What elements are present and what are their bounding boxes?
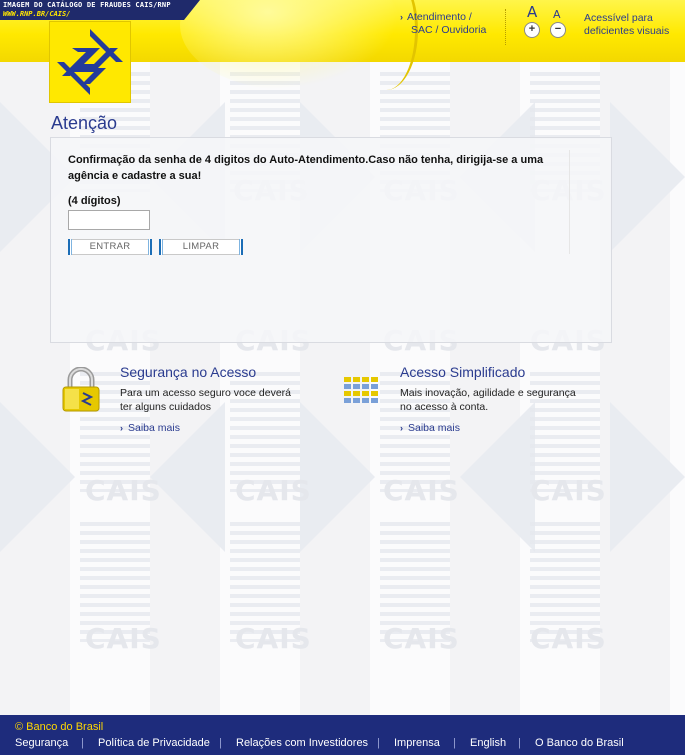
- chevron-right-icon: ›: [400, 12, 403, 22]
- chevron-decoration: [0, 402, 75, 552]
- footer-link-banco[interactable]: O Banco do Brasil: [535, 737, 624, 749]
- footer-copyright: © Banco do Brasil: [15, 721, 104, 733]
- cais-watermark: CAIS: [530, 62, 607, 65]
- footer-separator: |: [518, 737, 521, 749]
- cais-watermark: CAIS: [530, 622, 607, 655]
- atendimento-link[interactable]: › Atendimento / SAC / Ouvidoria: [400, 11, 486, 37]
- footer-links: Segurança | Política de Privacidade | Re…: [0, 737, 685, 753]
- chevron-decoration: [610, 102, 685, 252]
- simplified-section-text: Mais inovação, agilidade e segurança no …: [400, 387, 576, 413]
- padlock-icon: [58, 366, 104, 413]
- footer-link-seguranca[interactable]: Segurança: [15, 737, 68, 749]
- footer-separator: |: [453, 737, 456, 749]
- cais-watermark: CAIS: [530, 474, 607, 507]
- footer-separator: |: [81, 737, 84, 749]
- footer-separator: |: [219, 737, 222, 749]
- footer-link-english[interactable]: English: [470, 737, 506, 749]
- footer-link-investidores[interactable]: Relações com Investidores: [236, 737, 368, 749]
- chevron-decoration: [610, 402, 685, 552]
- page-title: Atenção: [51, 113, 118, 133]
- font-small-glyph: A: [553, 8, 561, 21]
- pin-confirmation-panel: Confirmação da senha de 4 digitos do Aut…: [50, 137, 612, 343]
- fraud-catalog-banner: IMAGEM DO CATÁLOGO DE FRAUDES CAIS/RNP W…: [0, 0, 200, 20]
- pin-input[interactable]: [68, 210, 150, 230]
- clear-button[interactable]: LIMPAR: [159, 239, 241, 255]
- accessibility-link[interactable]: Acessível para deficientes visuais: [584, 12, 684, 38]
- catalog-url: WWW.RNP.BR/CAIS/: [3, 10, 71, 18]
- panel-divider: [569, 150, 570, 254]
- banco-do-brasil-logo[interactable]: [49, 21, 131, 103]
- instruction-message: Confirmação da senha de 4 digitos do Aut…: [68, 154, 544, 182]
- bb-logo-icon: [57, 29, 123, 95]
- enter-button[interactable]: ENTRAR: [68, 239, 150, 255]
- cais-watermark: CAIS: [383, 474, 460, 507]
- site-footer: © Banco do Brasil Segurança | Política d…: [0, 715, 685, 755]
- simplified-saiba-mais-link[interactable]: › Saiba mais: [400, 422, 460, 434]
- chevron-right-icon: ›: [120, 423, 123, 433]
- cais-watermark: CAIS: [235, 474, 312, 507]
- security-section-text: Para um acesso seguro voce deverá ter al…: [120, 387, 292, 413]
- cais-watermark: CAIS: [235, 622, 312, 655]
- header-divider: [505, 9, 506, 45]
- pin-label: (4 dígitos): [68, 195, 121, 207]
- font-decrease-button[interactable]: −: [550, 22, 566, 38]
- cais-watermark: CAIS: [85, 474, 162, 507]
- security-saiba-mais-link[interactable]: › Saiba mais: [120, 422, 180, 434]
- cais-watermark: CAIS: [383, 622, 460, 655]
- cais-watermark: CAIS: [85, 622, 162, 655]
- catalog-title: IMAGEM DO CATÁLOGO DE FRAUDES CAIS/RNP: [3, 1, 171, 9]
- security-section-title[interactable]: Segurança no Acesso: [120, 364, 256, 380]
- simplified-section-title[interactable]: Acesso Simplificado: [400, 364, 525, 380]
- footer-link-privacidade[interactable]: Política de Privacidade: [98, 737, 210, 749]
- font-large-glyph: A: [527, 3, 538, 21]
- chevron-decoration: [460, 402, 535, 552]
- chevron-right-icon: ›: [400, 423, 403, 433]
- font-increase-button[interactable]: +: [524, 22, 540, 38]
- footer-link-imprensa[interactable]: Imprensa: [394, 737, 440, 749]
- keypad-icon: [343, 376, 379, 406]
- footer-separator: |: [377, 737, 380, 749]
